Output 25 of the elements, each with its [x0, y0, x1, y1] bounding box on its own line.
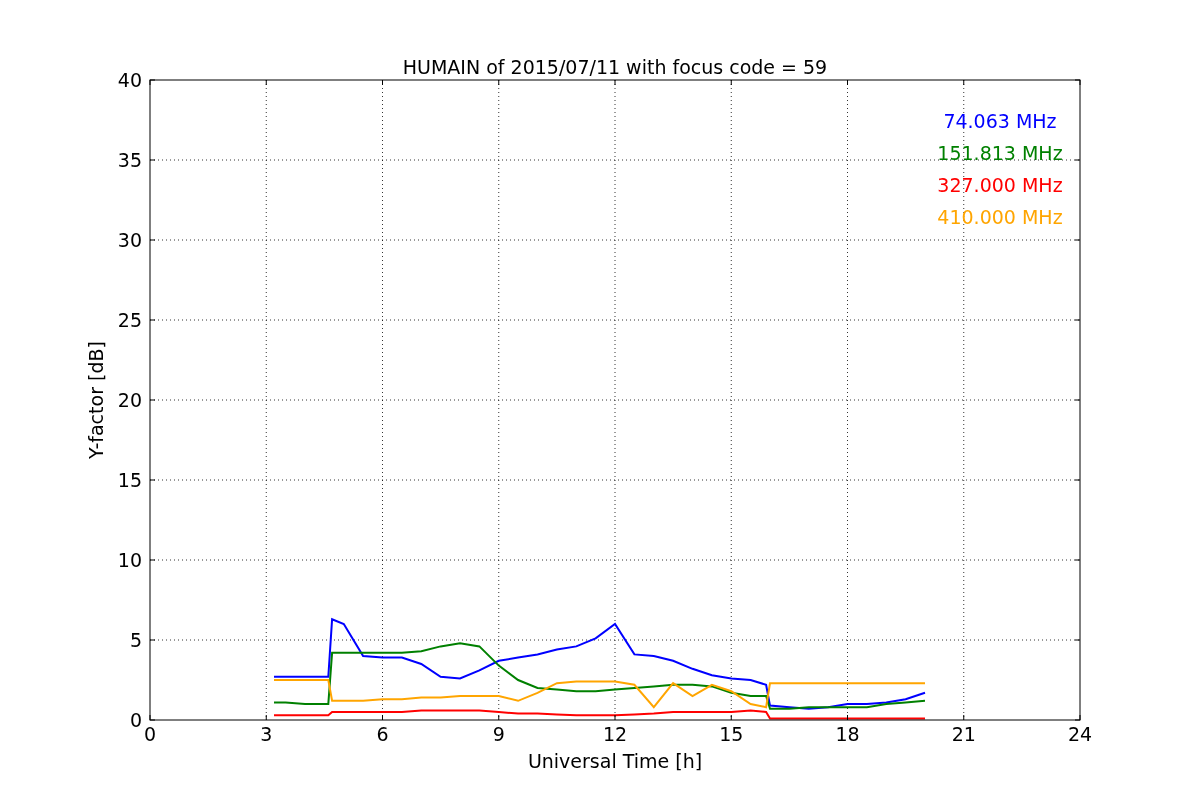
x-tick-label: 15: [719, 723, 744, 745]
legend-label: 327.000 MHz: [937, 174, 1063, 196]
y-tick-label: 35: [117, 149, 142, 171]
x-tick-label: 18: [835, 723, 860, 745]
y-tick-label: 5: [129, 629, 142, 651]
y-tick-label: 0: [129, 709, 142, 731]
chart-title: HUMAIN of 2015/07/11 with focus code = 59: [402, 56, 828, 78]
y-tick-label: 15: [117, 469, 142, 491]
y-tick-label: 40: [117, 69, 142, 91]
x-tick-label: 24: [1067, 723, 1093, 745]
y-tick-label: 30: [117, 229, 142, 251]
x-axis-label: Universal Time [h]: [527, 750, 703, 772]
legend-label: 151.813 MHz: [937, 142, 1063, 164]
y-tick-label: 10: [117, 549, 142, 571]
y-tick-label: 25: [117, 309, 142, 331]
y-axis-label: Y-factor [dB]: [85, 341, 107, 459]
x-tick-label: 12: [602, 723, 628, 745]
x-tick-label: 3: [260, 723, 273, 745]
x-tick-label: 9: [492, 723, 505, 745]
x-tick-label: 21: [951, 723, 976, 745]
legend-label: 410.000 MHz: [937, 206, 1063, 228]
x-tick-label: 6: [376, 723, 389, 745]
y-tick-label: 20: [117, 389, 142, 411]
x-tick-label: 0: [143, 723, 157, 745]
legend-label: 74.063 MHz: [943, 110, 1057, 132]
